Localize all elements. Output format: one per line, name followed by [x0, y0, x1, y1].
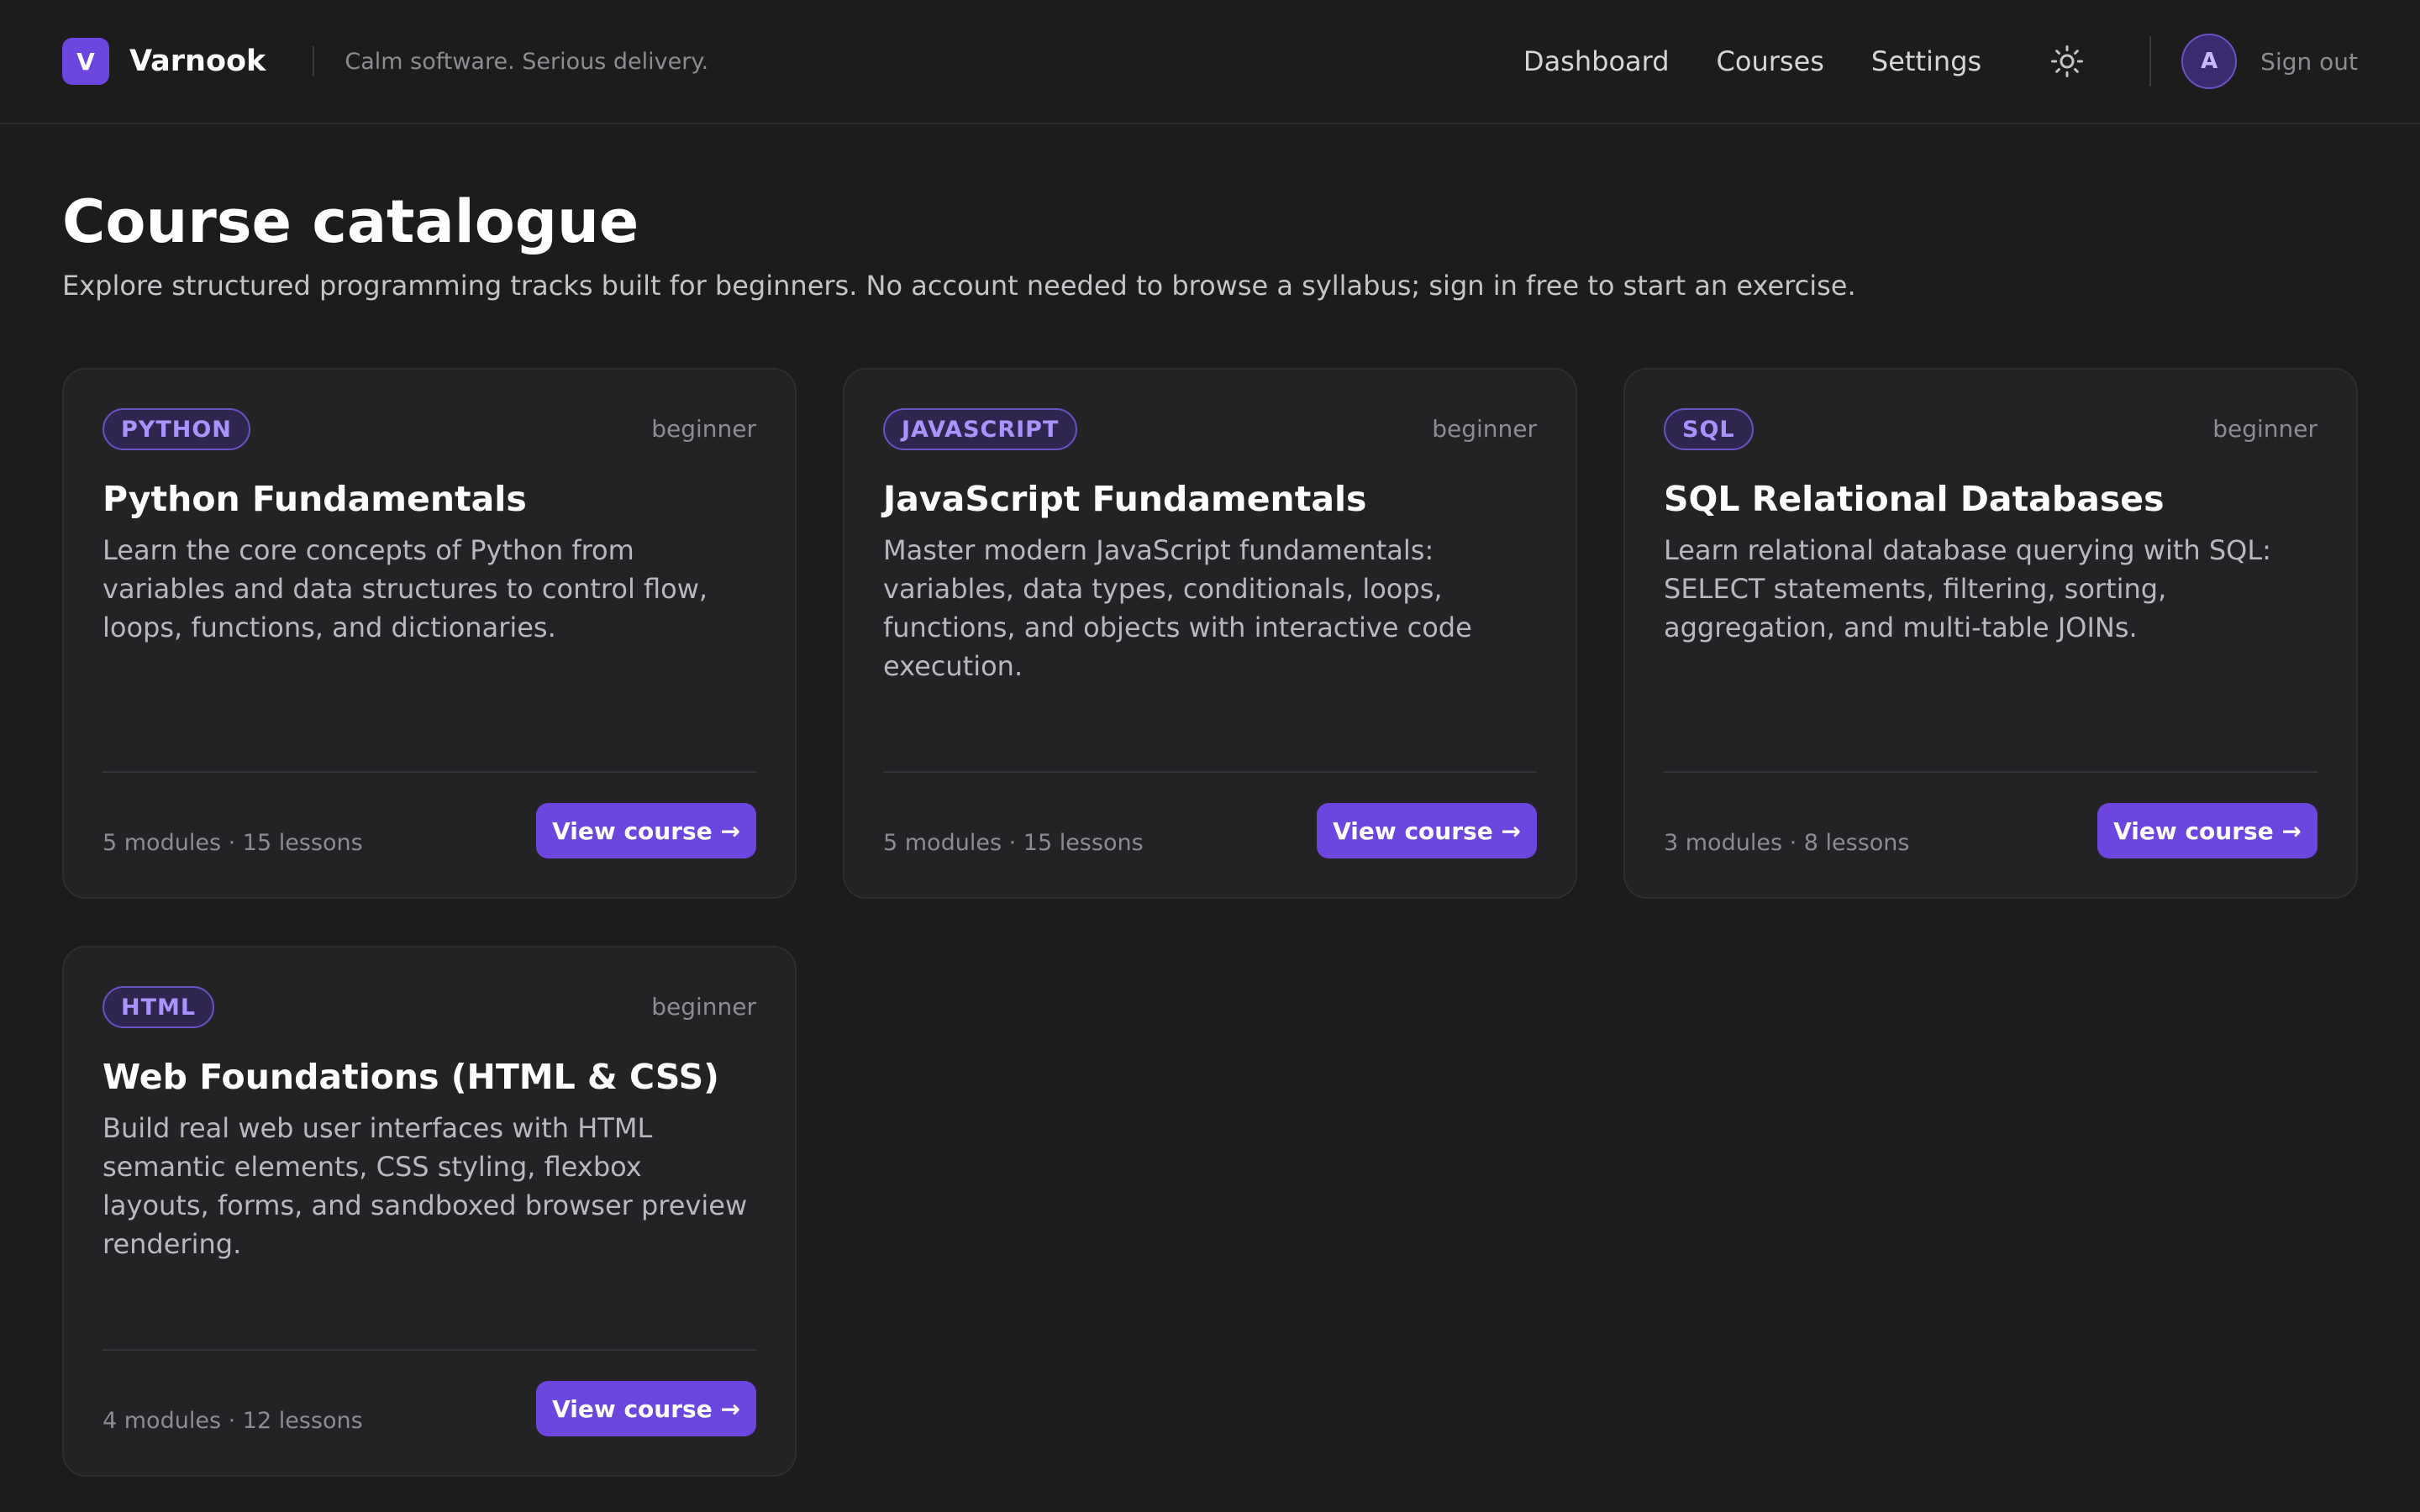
nav-link-dashboard[interactable]: Dashboard — [1523, 45, 1670, 77]
nav-link-courses[interactable]: Courses — [1717, 45, 1824, 77]
sun-icon — [2051, 45, 2084, 77]
brand-divider — [313, 46, 315, 76]
view-course-button[interactable]: View course → — [1317, 803, 1537, 858]
course-meta: 3 modules · 8 lessons — [1664, 830, 1910, 856]
course-level: beginner — [2212, 415, 2317, 443]
sign-out-link[interactable]: Sign out — [2260, 48, 2358, 76]
course-level: beginner — [651, 415, 756, 443]
card-divider — [1664, 771, 2317, 773]
course-description: Learn the core concepts of Python from v… — [103, 534, 708, 643]
header-divider — [2149, 36, 2152, 87]
card-divider — [103, 1349, 756, 1351]
course-card-html: HTML beginner Web Foundations (HTML & CS… — [62, 946, 797, 1477]
course-card-javascript: JAVASCRIPT beginner JavaScript Fundament… — [843, 368, 1577, 899]
card-divider — [103, 771, 756, 773]
course-meta: 5 modules · 15 lessons — [103, 830, 363, 856]
course-language-tag: JAVASCRIPT — [883, 408, 1078, 450]
brand-tagline: Calm software. Serious delivery. — [345, 48, 709, 75]
course-meta: 5 modules · 15 lessons — [883, 830, 1144, 856]
card-divider — [883, 771, 1537, 773]
nav-link-settings[interactable]: Settings — [1871, 45, 1981, 77]
top-nav-bar: V Varnook Calm software. Serious deliver… — [0, 0, 2420, 124]
course-meta: 4 modules · 12 lessons — [103, 1408, 363, 1434]
course-language-tag: HTML — [103, 986, 215, 1028]
course-description: Learn relational database querying with … — [1664, 534, 2271, 643]
course-language-tag: SQL — [1664, 408, 1754, 450]
brand-name[interactable]: Varnook — [129, 45, 266, 78]
course-card-python: PYTHON beginner Python Fundamentals Lear… — [62, 368, 797, 899]
brand-logo-letter: V — [76, 47, 95, 76]
course-level: beginner — [651, 993, 756, 1021]
course-title: Web Foundations (HTML & CSS) — [103, 1057, 719, 1097]
theme-toggle-button[interactable] — [2045, 39, 2089, 83]
course-card-sql: SQL beginner SQL Relational Databases Le… — [1623, 368, 2358, 899]
course-level: beginner — [1432, 415, 1537, 443]
view-course-button[interactable]: View course → — [536, 803, 756, 858]
course-description: Build real web user interfaces with HTML… — [103, 1112, 748, 1260]
page-subtitle: Explore structured programming tracks bu… — [62, 270, 1856, 302]
view-course-button[interactable]: View course → — [536, 1381, 756, 1436]
brand-logo[interactable]: V — [62, 38, 109, 85]
page-title: Course catalogue — [62, 187, 639, 256]
course-description: Master modern JavaScript fundamentals: v… — [883, 534, 1472, 682]
course-title: SQL Relational Databases — [1664, 479, 2165, 519]
view-course-button[interactable]: View course → — [2097, 803, 2317, 858]
course-title: JavaScript Fundamentals — [883, 479, 1367, 519]
course-language-tag: PYTHON — [103, 408, 250, 450]
user-avatar[interactable]: A — [2181, 34, 2238, 89]
course-title: Python Fundamentals — [103, 479, 527, 519]
